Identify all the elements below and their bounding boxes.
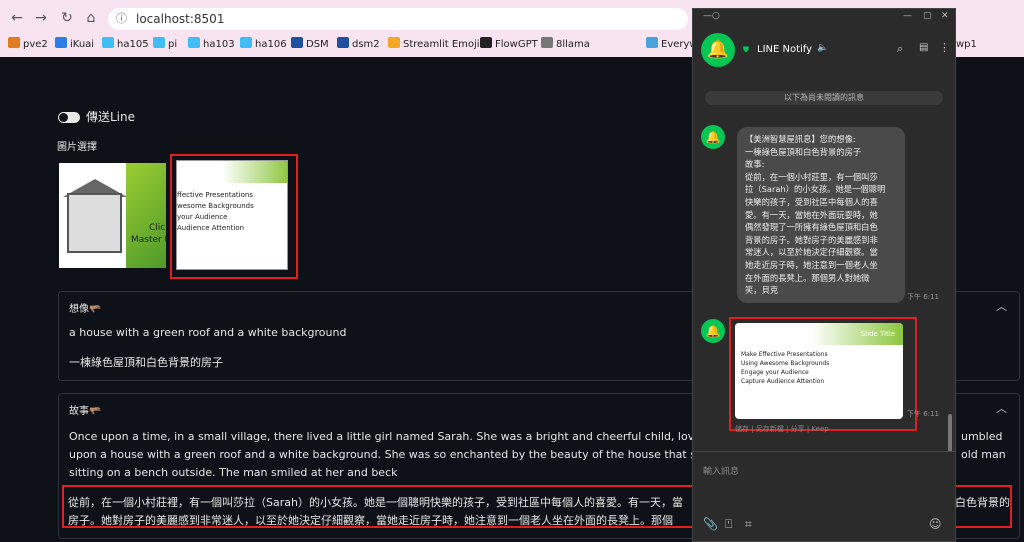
imagine-zh: 一棟綠色屋頂和白色背景的房子 (69, 356, 223, 369)
image-message[interactable]: Slide Title Make Effective Presentations… (735, 323, 903, 419)
message-input[interactable]: 輸入訊息 (703, 464, 739, 477)
pin-icon[interactable]: —○ (703, 11, 720, 21)
more-menu-icon[interactable]: ⋮ (939, 41, 950, 54)
message-line: 愛。有一天，當她在外面玩耍時，她 (745, 209, 878, 220)
message-line: 常迷人，以至於她決定仔細觀察。當 (745, 247, 878, 258)
message-line: 笑，貝克 (745, 285, 779, 296)
line-chat-header: 🔔 ⛊ LINE Notify 🔈 ⌕ ▤ ⋮ (693, 27, 955, 79)
back-arrow-icon[interactable]: ← (6, 5, 28, 31)
message-line: 背景的房子。她對房子的美麗感到非 (745, 234, 878, 245)
bookmark-icon[interactable]: ⍞ (725, 517, 732, 532)
message-time: 下午 6:11 (907, 410, 939, 418)
sender-avatar[interactable]: 🔔 (701, 125, 725, 149)
thumb-green-panel (126, 163, 166, 268)
input-toolbar: 📎 ⍞ ⌗ ☺ (703, 517, 947, 533)
send-line-toggle[interactable] (58, 112, 80, 123)
verified-shield-icon: ⛊ (743, 45, 749, 54)
crop-icon[interactable]: ⌗ (745, 517, 752, 532)
divider (693, 451, 955, 452)
sender-avatar[interactable]: 🔔 (701, 319, 725, 343)
story-header: 故事🫳🏽 (69, 406, 102, 417)
image-option-1[interactable]: Click Master ti (59, 163, 166, 268)
message-line: 快樂的孩子，受到社區中每個人的喜 (745, 196, 878, 207)
slide-bullet: Capture Audience Attention (741, 378, 825, 385)
home-icon[interactable]: ⌂ (80, 5, 102, 31)
bookmark-8llama[interactable]: 8llama (541, 36, 590, 54)
unread-divider: 以下為尚未閱讀的訊息 (705, 91, 943, 105)
attach-icon[interactable]: 📎 (703, 517, 718, 531)
slide-bullet: Engage your Audience (741, 369, 809, 376)
story-zh-line2: 房子。她對房子的美麗感到非常迷人，以至於她決定仔細觀察，當她走近房子時，她注意到… (68, 514, 673, 527)
message-line: 【美洲智慧屋訊息】您的想像: (745, 134, 856, 144)
message-bubble[interactable]: 【美洲智慧屋訊息】您的想像: 一棟綠色屋頂和白色背景的房子 故事: 從前，在一個… (737, 127, 905, 303)
slide-bullet: Make Effective Presentations (741, 351, 828, 358)
imagine-en: a house with a green roof and a white ba… (69, 326, 347, 339)
message-line: 拉（Sarah）的小女孩。她是一個聰明 (745, 184, 886, 195)
imagine-header: 想像🫳🏽 (69, 304, 102, 315)
search-icon[interactable]: ⌕ (897, 42, 903, 56)
line-notify-avatar: 🔔 (701, 33, 735, 67)
message-line: 一棟綠色屋頂和白色背景的房子 (745, 146, 862, 157)
image-option-2[interactable]: ffective Presentations wesome Background… (176, 160, 288, 270)
slide-title: Slide Title (860, 330, 895, 338)
slide-header-band (177, 161, 287, 183)
reload-icon[interactable]: ↻ (56, 5, 78, 31)
bookmark-ha106[interactable]: ha106 (240, 36, 287, 54)
bookmark-pi[interactable]: pi (153, 36, 177, 54)
notes-icon[interactable]: ▤ (919, 42, 928, 53)
bookmark-ha103[interactable]: ha103 (188, 36, 235, 54)
thumb2-line: Audience Attention (177, 224, 245, 232)
story-zh-line1: 從前，在一個小村莊裡，有一個叫莎拉（Sarah）的小女孩。她是一個聰明快樂的孩子… (68, 496, 683, 509)
story-en-line1-tail: umbled (961, 430, 1003, 443)
slide-bullet: Using Awesome Backgrounds (741, 360, 830, 367)
thumb1-caption: Click (149, 223, 166, 233)
thumb2-line: ffective Presentations (177, 191, 253, 199)
story-zh-line1-tail: 白色背景的 (955, 496, 1010, 509)
line-titlebar: —○ — ▢ ✕ (693, 9, 955, 25)
bookmark-dsm[interactable]: DSM (291, 36, 329, 54)
chat-scrollbar[interactable] (948, 414, 952, 452)
bookmark-streamlit-emojis[interactable]: Streamlit Emojis (388, 36, 485, 54)
message-line: 在外面的長凳上。那個男人對她微 (745, 272, 870, 283)
close-icon[interactable]: ✕ (941, 11, 949, 21)
address-bar[interactable]: ⓘ localhost:8501 (108, 8, 688, 30)
bookmark-pve2[interactable]: pve2 (8, 36, 48, 54)
bookmark-dsm2[interactable]: dsm2 (337, 36, 380, 54)
minimize-icon[interactable]: — (903, 11, 912, 21)
chevron-up-icon[interactable]: ︿ (996, 400, 1007, 416)
bookmark-ikuai[interactable]: iKuai (55, 36, 94, 54)
image-actions[interactable]: 儲存 | 另存新檔 | 分享 | Keep (735, 424, 829, 434)
emoji-icon[interactable]: ☺ (929, 517, 942, 531)
thumb2-line: your Audience (177, 213, 228, 221)
line-chat-window: —○ — ▢ ✕ 🔔 ⛊ LINE Notify 🔈 ⌕ ▤ ⋮ 以下為尚未閱讀… (692, 8, 956, 542)
message-line: 她走近房子時，她注意到一個老人坐 (745, 259, 878, 270)
story-en-line3: sitting on a bench outside. The man smil… (69, 466, 398, 479)
maximize-icon[interactable]: ▢ (923, 11, 932, 21)
thumb1-caption-2: Master ti (131, 235, 166, 245)
story-en-line2-tail: old man (961, 448, 1006, 461)
chevron-up-icon[interactable]: ︿ (996, 298, 1007, 314)
bookmark-flowgpt[interactable]: FlowGPT (480, 36, 538, 54)
message-line: 偶然發現了一所擁有綠色屋頂和白色 (745, 222, 878, 233)
info-icon: ⓘ (116, 12, 127, 25)
thumb2-line: wesome Backgrounds (177, 202, 254, 210)
message-line: 故事: (745, 159, 765, 170)
message-line: 從前，在一個小村莊里，有一個叫莎 (745, 171, 878, 182)
bookmark-ha105[interactable]: ha105 (102, 36, 149, 54)
url-text: localhost:8501 (136, 12, 225, 26)
speaker-icon: 🔈 (817, 43, 829, 53)
bookmark-wp1[interactable]: wp1 (956, 36, 977, 54)
image-select-label: 圖片選擇 (57, 142, 97, 153)
message-time: 下午 6:11 (907, 293, 939, 301)
chat-title: LINE Notify (757, 44, 813, 55)
house-drawing (67, 193, 122, 253)
send-line-label: 傳送Line (86, 110, 136, 124)
forward-arrow-icon[interactable]: → (30, 5, 52, 31)
